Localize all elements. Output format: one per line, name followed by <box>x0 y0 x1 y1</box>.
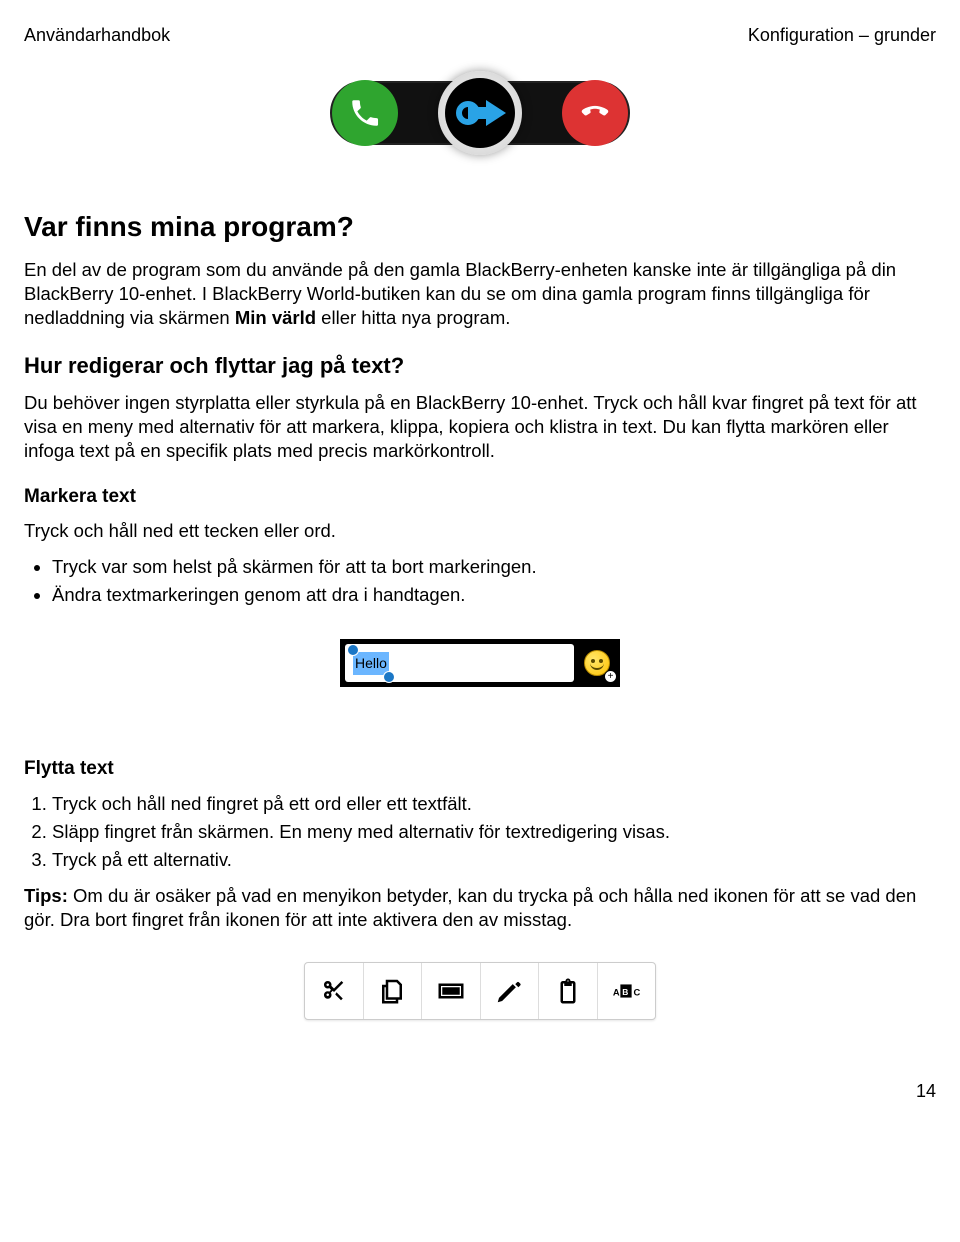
phone-answer-icon <box>348 96 382 130</box>
slide-right-arrow-icon <box>450 92 510 134</box>
flytta-steps: Tryck och håll ned fingret på ett ord el… <box>24 792 936 872</box>
paste-icon <box>553 976 583 1006</box>
emoji-button: + <box>579 645 615 681</box>
page-header: Användarhandbok Konfiguration – grunder <box>24 24 936 47</box>
svg-text:A: A <box>613 988 620 998</box>
toolbar-select <box>422 963 481 1019</box>
text: eller hitta nya program. <box>316 307 510 328</box>
page-number: 14 <box>24 1080 936 1103</box>
call-slider-illustration <box>330 77 630 149</box>
list-item: Tryck var som helst på skärmen för att t… <box>52 555 936 579</box>
phone-decline-icon <box>578 96 612 130</box>
list-item: Ändra textmarkeringen genom att dra i ha… <box>52 583 936 607</box>
svg-text:B: B <box>623 987 629 997</box>
plus-badge-icon: + <box>604 670 617 683</box>
selection-handle-end-icon <box>383 671 395 683</box>
tips-label: Tips: <box>24 885 68 906</box>
toolbar-cut <box>305 963 364 1019</box>
cut-icon <box>319 976 349 1006</box>
list-item: Släpp fingret från skärmen. En meny med … <box>52 820 936 844</box>
selected-text: Hello <box>353 652 389 674</box>
markera-bullet-list: Tryck var som helst på skärmen för att t… <box>24 555 936 607</box>
paragraph-markera-instr: Tryck och håll ned ett tecken eller ord. <box>24 519 936 543</box>
toolbar-edit <box>481 963 540 1019</box>
selected-text-value: Hello <box>355 655 387 671</box>
tips-paragraph: Tips: Om du är osäker på vad en menyikon… <box>24 884 936 932</box>
heading-flytta: Flytta text <box>24 757 936 782</box>
copy-icon <box>377 976 407 1006</box>
decline-call-button <box>562 80 628 146</box>
header-left: Användarhandbok <box>24 24 170 47</box>
heading-markera: Markera text <box>24 485 936 510</box>
header-right: Konfiguration – grunder <box>748 24 936 47</box>
bold-min-varld: Min värld <box>235 307 316 328</box>
toolbar-paste <box>539 963 598 1019</box>
edit-toolbar-illustration: A B C <box>304 962 656 1020</box>
paragraph-redigera: Du behöver ingen styrplatta eller styrku… <box>24 391 936 463</box>
svg-text:C: C <box>634 988 641 998</box>
select-all-icon: A B C <box>611 976 641 1006</box>
edit-icon <box>494 976 524 1006</box>
tips-text: Om du är osäker på vad en menyikon betyd… <box>24 885 916 930</box>
toolbar-select-all: A B C <box>598 963 656 1019</box>
list-item: Tryck och håll ned fingret på ett ord el… <box>52 792 936 816</box>
text-field: Hello <box>345 644 574 682</box>
answer-call-button <box>332 80 398 146</box>
paragraph-programs: En del av de program som du använde på d… <box>24 258 936 330</box>
select-icon <box>436 976 466 1006</box>
list-item: Tryck på ett alternativ. <box>52 848 936 872</box>
text-selection-illustration: Hello + <box>340 639 620 687</box>
slider-knob <box>438 71 522 155</box>
toolbar-copy <box>364 963 423 1019</box>
heading-redigera: Hur redigerar och flyttar jag på text? <box>24 352 936 381</box>
heading-var-finns: Var finns mina program? <box>24 209 936 245</box>
